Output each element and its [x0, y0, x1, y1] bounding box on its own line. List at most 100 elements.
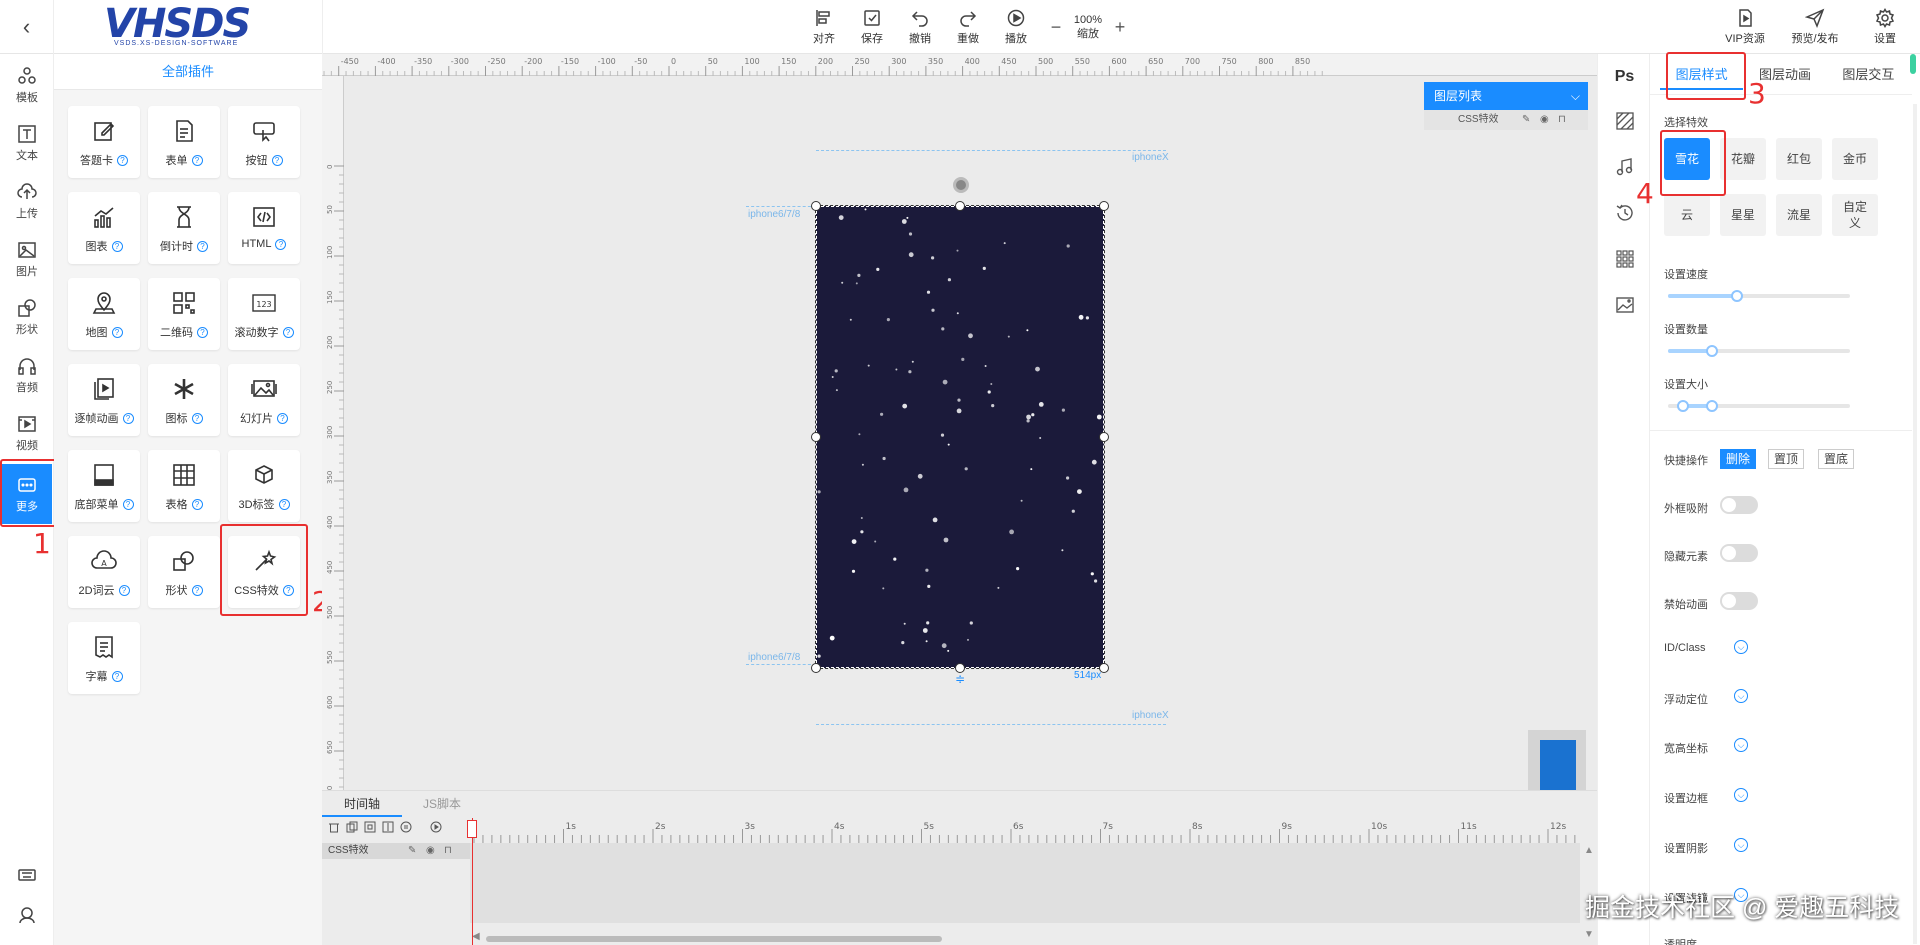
section-float-position[interactable]: 浮动定位 — [1664, 691, 1708, 707]
plugin-chart[interactable]: 图表? — [68, 192, 140, 264]
layer-list-item[interactable]: CSS特效 ✎ ◉ ⊓ — [1424, 110, 1588, 130]
plugin-shape[interactable]: 形状? — [148, 536, 220, 608]
plugin-subtitle[interactable]: 字幕? — [68, 622, 140, 694]
design-canvas[interactable]: -500-450-400-350-300-250-200-150-100-500… — [322, 54, 1597, 808]
disable-initial-animation-toggle[interactable] — [1720, 592, 1758, 610]
chevron-down-icon[interactable]: ⌵ — [1734, 838, 1748, 852]
timeline-scrollbar[interactable] — [486, 936, 942, 942]
effect-snowflake[interactable]: 雪花 — [1664, 138, 1710, 180]
sidebar-item-video[interactable]: 视频 — [0, 404, 54, 462]
bring-to-top-button[interactable]: 置顶 — [1768, 449, 1805, 469]
playhead-handle[interactable] — [467, 820, 477, 838]
scroll-down-icon[interactable]: ▼ — [1584, 929, 1594, 940]
timeline-track[interactable] — [470, 843, 1580, 923]
size-slider-min-knob[interactable] — [1676, 400, 1689, 412]
lock-icon[interactable]: ⊓ — [444, 843, 452, 859]
plugin-3d-tag[interactable]: 3D标签? — [228, 450, 300, 522]
effect-petals[interactable]: 花瓣 — [1720, 138, 1766, 180]
plugin-button[interactable]: 按钮? — [228, 106, 300, 178]
delete-button[interactable]: 删除 — [1720, 449, 1757, 469]
chevron-down-icon[interactable]: ⌵ — [1734, 689, 1748, 703]
plugin-2d-wordcloud[interactable]: A 2D词云? — [68, 536, 140, 608]
undo-button[interactable]: 撤销 — [896, 8, 944, 46]
size-range-slider[interactable] — [1668, 400, 1850, 412]
layer-list-header[interactable]: 图层列表 ⌵ — [1424, 82, 1588, 110]
help-icon[interactable]: ? — [111, 240, 123, 252]
plugin-slideshow[interactable]: 幻灯片? — [228, 364, 300, 436]
settings-button[interactable]: 设置 — [1850, 8, 1920, 46]
tab-layer-style[interactable]: 图层样式 — [1660, 60, 1744, 90]
sidebar-item-audio[interactable]: 音频 — [0, 346, 54, 404]
edit-icon[interactable]: ✎ — [408, 843, 416, 859]
send-to-bottom-button[interactable]: 置底 — [1818, 449, 1855, 469]
plugin-scroll-number[interactable]: 123 滚动数字? — [228, 278, 300, 350]
speed-slider-knob[interactable] — [1731, 290, 1744, 302]
plugin-qrcode[interactable]: 二维码? — [148, 278, 220, 350]
effect-stars[interactable]: 星星 — [1720, 194, 1766, 236]
effect-gold-coin[interactable]: 金币 — [1832, 138, 1878, 180]
section-size-coords[interactable]: 宽高坐标 — [1664, 740, 1708, 756]
picture-button[interactable] — [1598, 290, 1651, 320]
trash-icon[interactable] — [328, 821, 340, 833]
size-slider-max-knob[interactable] — [1705, 400, 1718, 412]
chevron-down-icon[interactable]: ⌵ — [1734, 788, 1748, 802]
edit-icon[interactable]: ✎ — [1522, 110, 1530, 130]
tab-layer-interaction[interactable]: 图层交互 — [1827, 60, 1910, 90]
speed-slider[interactable] — [1668, 290, 1850, 302]
plugin-bottom-menu[interactable]: 底部菜单? — [68, 450, 140, 522]
help-icon[interactable]: ? — [197, 240, 208, 252]
help-icon[interactable]: ? — [122, 412, 134, 424]
resize-handle-bottom-left[interactable] — [811, 663, 821, 673]
effect-red-envelope[interactable]: 红包 — [1776, 138, 1822, 180]
snap-frame-toggle[interactable] — [1720, 496, 1758, 514]
keyboard-shortcuts-button[interactable] — [0, 860, 54, 890]
height-drag-icon[interactable]: ≑ — [955, 672, 965, 686]
resize-handle-top[interactable] — [955, 201, 965, 211]
phone-artboard[interactable] — [816, 206, 1104, 668]
section-opacity[interactable]: 透明度 — [1664, 936, 1697, 945]
redo-button[interactable]: 重做 — [944, 8, 992, 46]
eye-icon[interactable]: ◉ — [1540, 110, 1549, 130]
effect-custom[interactable]: 自定义 — [1832, 194, 1878, 236]
help-icon[interactable]: ? — [111, 326, 123, 338]
timeline-layer-row[interactable]: CSS特效 ✎ ◉ ⊓ — [322, 843, 470, 859]
help-icon[interactable]: ? — [271, 154, 283, 166]
sidebar-item-more[interactable]: 更多 — [2, 464, 52, 524]
keyframe-icon[interactable] — [382, 821, 394, 833]
support-button[interactable] — [0, 900, 54, 930]
resize-handle-left[interactable] — [811, 432, 821, 442]
scroll-up-icon[interactable]: ▲ — [1584, 845, 1594, 856]
effect-cloud[interactable]: 云 — [1664, 194, 1710, 236]
rotate-handle[interactable] — [953, 177, 969, 193]
resize-handle-top-left[interactable] — [811, 201, 821, 211]
help-icon[interactable]: ? — [278, 498, 290, 510]
tab-js-script[interactable]: JS脚本 — [402, 791, 482, 817]
help-icon[interactable]: ? — [277, 412, 288, 424]
eye-icon[interactable]: ◉ — [426, 843, 435, 859]
chevron-down-icon[interactable]: ⌵ — [1734, 640, 1748, 654]
back-button[interactable]: ‹ — [0, 0, 54, 54]
scroll-left-icon[interactable]: ◀ — [472, 931, 480, 942]
copy-icon[interactable] — [346, 821, 358, 833]
zoom-out-button[interactable]: − — [1046, 17, 1066, 38]
pause-icon[interactable] — [400, 821, 412, 833]
count-slider[interactable] — [1668, 345, 1850, 357]
effect-meteor[interactable]: 流星 — [1776, 194, 1822, 236]
plugin-table[interactable]: 表格? — [148, 450, 220, 522]
help-icon[interactable]: ? — [191, 584, 203, 596]
resize-handle-right[interactable] — [1099, 432, 1109, 442]
count-slider-knob[interactable] — [1705, 345, 1718, 357]
section-border[interactable]: 设置边框 — [1664, 790, 1708, 806]
plugin-form[interactable]: 表单? — [148, 106, 220, 178]
texture-button[interactable] — [1598, 106, 1651, 136]
zoom-in-button[interactable]: + — [1110, 17, 1130, 38]
chevron-down-icon[interactable]: ⌵ — [1571, 82, 1580, 110]
help-icon[interactable]: ? — [282, 326, 294, 338]
align-button[interactable]: 对齐 — [800, 8, 848, 46]
help-icon[interactable]: ? — [122, 498, 134, 510]
sidebar-item-image[interactable]: 图片 — [0, 230, 54, 288]
properties-scrollbar[interactable] — [1913, 104, 1917, 944]
lock-icon[interactable]: ⊓ — [1558, 110, 1566, 130]
tab-timeline[interactable]: 时间轴 — [322, 791, 402, 817]
help-icon[interactable]: ? — [117, 154, 128, 166]
